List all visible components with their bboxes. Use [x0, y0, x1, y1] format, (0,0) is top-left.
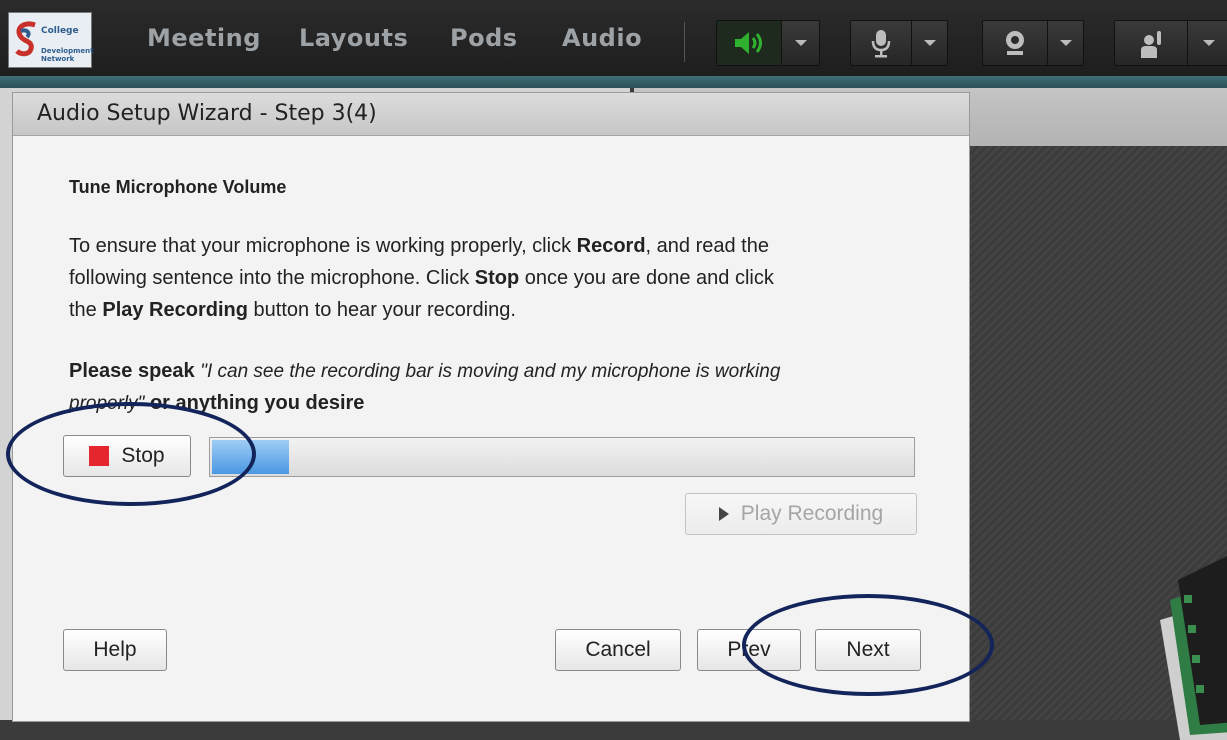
microphone-dropdown-icon[interactable] [911, 21, 948, 65]
microphone-button[interactable] [850, 20, 948, 66]
instruction-line-3: the Play Recording button to hear your r… [69, 299, 516, 321]
instruction-line-1: To ensure that your microphone is workin… [69, 235, 769, 257]
cancel-button[interactable]: Cancel [555, 629, 681, 671]
speak-prompt-line-1: Please speak "I can see the recording ba… [69, 360, 781, 382]
raise-hand-button[interactable] [1114, 20, 1227, 66]
section-heading: Tune Microphone Volume [69, 177, 287, 197]
instruction-line-2: following sentence into the microphone. … [69, 267, 774, 289]
meeting-menu-bar: College Development Network Meeting Layo… [0, 0, 1227, 76]
menu-meeting[interactable]: Meeting [147, 24, 261, 52]
play-recording-button[interactable]: Play Recording [685, 493, 917, 535]
menu-divider [684, 22, 685, 62]
play-icon [718, 507, 729, 521]
webcam-button[interactable] [982, 20, 1084, 66]
menu-audio[interactable]: Audio [562, 24, 642, 52]
college-network-logo: College Development Network [8, 12, 94, 68]
recording-level-meter [209, 437, 915, 477]
microphone-icon [851, 21, 911, 65]
menu-pods[interactable]: Pods [450, 24, 518, 52]
speaker-dropdown-icon[interactable] [781, 21, 820, 65]
logo-subtext: Development Network [41, 47, 94, 63]
logo-swirl-icon [15, 21, 36, 57]
webcam-dropdown-icon[interactable] [1047, 21, 1084, 65]
help-button[interactable]: Help [63, 629, 167, 671]
filmstrip-decoration-icon [1160, 556, 1227, 740]
webcam-icon [983, 21, 1047, 65]
dialog-title-bar[interactable]: Audio Setup Wizard - Step 3(4) [13, 93, 969, 136]
speaker-icon [717, 21, 781, 65]
stop-highlight-ellipse [6, 402, 256, 506]
raise-hand-icon [1115, 21, 1187, 65]
menu-bar-accent-strip [0, 76, 1227, 88]
next-highlight-ellipse [742, 594, 994, 696]
raise-hand-dropdown-icon[interactable] [1187, 21, 1227, 65]
speaker-button[interactable] [716, 20, 820, 66]
menu-layouts[interactable]: Layouts [299, 24, 408, 52]
logo-text: College [41, 26, 79, 36]
dialog-title: Audio Setup Wizard - Step 3(4) [37, 101, 377, 126]
